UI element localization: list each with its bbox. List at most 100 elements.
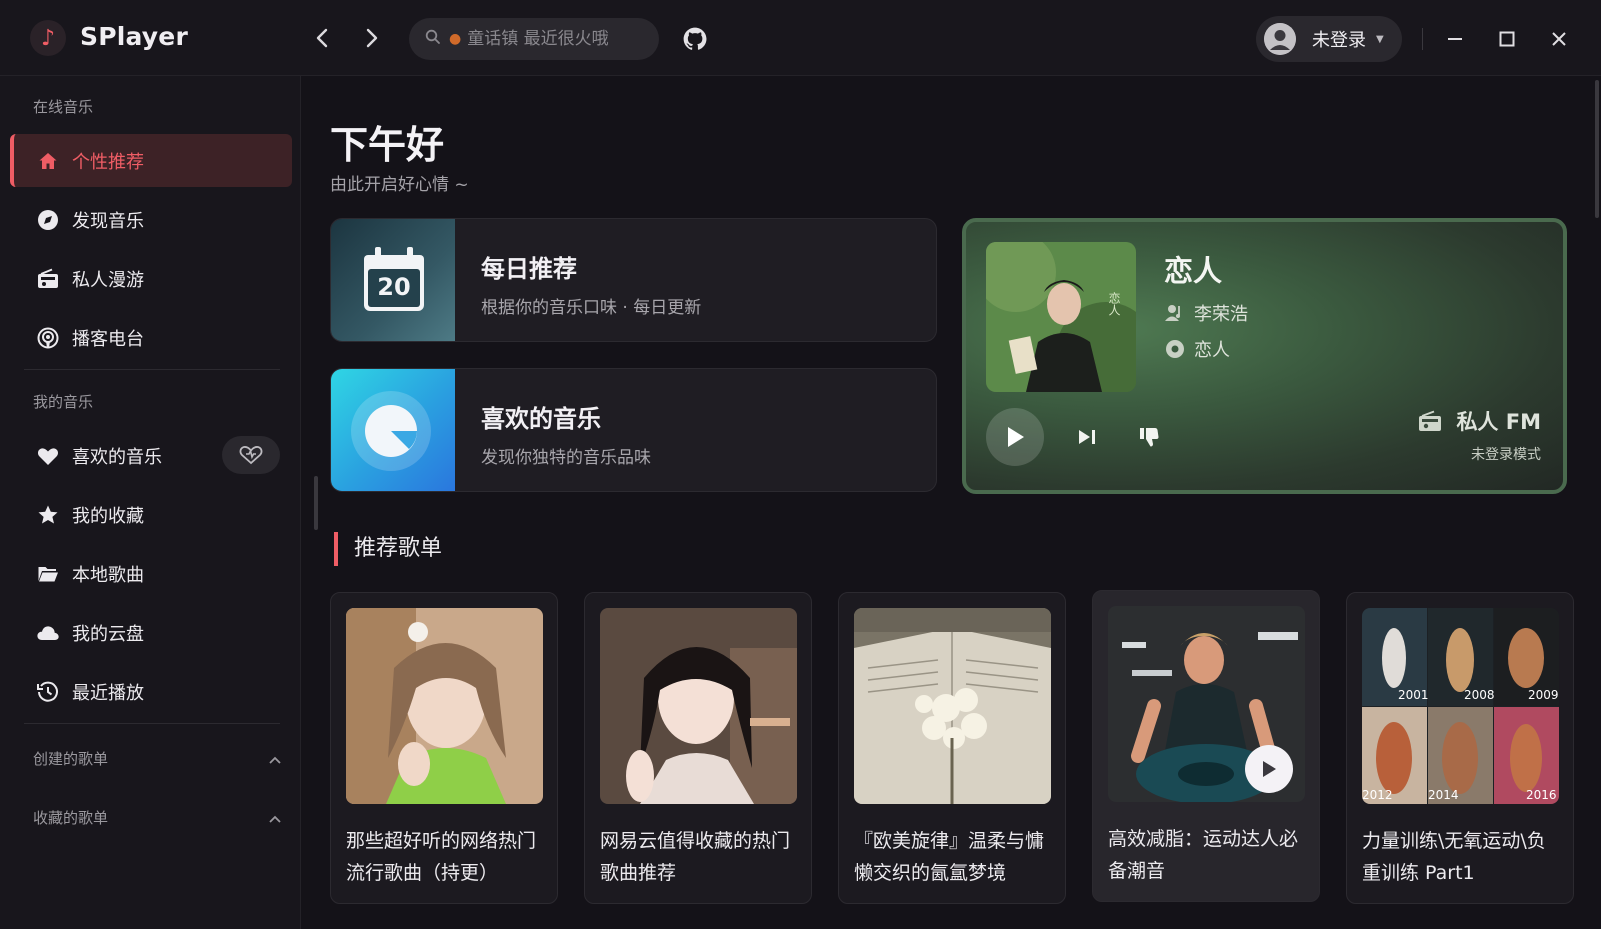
playlist-name[interactable]: 力量训练\无氧运动\负重训练 Part1	[1362, 825, 1562, 889]
sidebar-item-label: 私人漫游	[72, 269, 144, 291]
year-label: 2012	[1362, 788, 1393, 802]
heart-mode-button[interactable]	[222, 436, 280, 474]
sidebar-item-label: 播客电台	[72, 328, 144, 350]
search-input[interactable]	[467, 29, 668, 49]
liked-music-title: 喜欢的音乐	[481, 405, 601, 433]
sidebar: 在线音乐 个性推荐 发现音乐 私人漫游 播客电台 我的音乐 喜欢的音乐 我的收藏…	[0, 76, 301, 929]
fm-song-title: 恋人	[1164, 254, 1223, 288]
sidebar-scrollbar[interactable]	[314, 476, 318, 530]
album-icon	[1164, 338, 1186, 360]
playlist-card[interactable]: 高效减脂：运动达人必备潮音	[1092, 590, 1320, 902]
playlist-name[interactable]: 高效减脂：运动达人必备潮音	[1108, 823, 1308, 887]
playlist-card[interactable]: 那些超好听的网络热门流行歌曲（持更）	[330, 592, 558, 904]
sidebar-item-discover[interactable]: 发现音乐	[10, 193, 292, 246]
playlist-name[interactable]: 网易云值得收藏的热门歌曲推荐	[600, 825, 800, 889]
sidebar-item-label: 喜欢的音乐	[72, 446, 162, 468]
fm-album: 恋人	[1194, 340, 1230, 361]
year-label: 2009	[1528, 688, 1559, 702]
app-title: SPlayer	[80, 22, 188, 51]
svg-text:恋人: 恋人	[1107, 291, 1121, 316]
fm-mode-text: 未登录模式	[1471, 447, 1541, 463]
sidebar-item-roam[interactable]: 私人漫游	[10, 252, 292, 305]
playlist-card[interactable]: 『欧美旋律』温柔与慵懒交织的氤氲梦境	[838, 592, 1066, 904]
playlist-name[interactable]: 那些超好听的网络热门流行歌曲（持更）	[346, 825, 546, 889]
user-name: 未登录	[1312, 30, 1366, 51]
daily-recommend-card[interactable]: 20 每日推荐 根据你的音乐口味 · 每日更新	[330, 218, 937, 342]
main-scrollbar[interactable]	[1595, 80, 1599, 218]
maximize-button[interactable]	[1492, 24, 1522, 54]
sidebar-item-label: 我的云盘	[72, 623, 144, 645]
playlist-cover[interactable]	[854, 608, 1051, 804]
sidebar-item-podcast[interactable]: 播客电台	[10, 311, 292, 364]
sidebar-item-label: 本地歌曲	[72, 564, 144, 586]
sidebar-divider	[24, 369, 280, 370]
year-label: 2014	[1428, 788, 1459, 802]
flame-icon: ●	[449, 31, 462, 47]
forward-button[interactable]	[358, 24, 386, 52]
user-menu[interactable]: 未登录 ▼	[1256, 16, 1402, 62]
sidebar-item-cloud[interactable]: 我的云盘	[10, 606, 292, 659]
fm-next-button[interactable]	[1072, 422, 1102, 452]
playlist-play-button[interactable]	[1245, 745, 1293, 793]
calendar-day: 20	[377, 273, 411, 301]
created-playlists-label: 创建的歌单	[33, 750, 109, 768]
fm-play-button[interactable]	[986, 408, 1044, 466]
github-icon[interactable]	[680, 24, 710, 54]
section-online-music: 在线音乐	[33, 98, 94, 116]
heart-icon	[36, 444, 60, 468]
greeting: 下午好	[330, 123, 445, 167]
section-title: 推荐歌单	[334, 532, 442, 566]
search-icon	[425, 29, 441, 49]
sidebar-item-recommend[interactable]: 个性推荐	[10, 134, 292, 187]
titlebar: ♪ SPlayer ● 未登录 ▼	[0, 0, 1601, 76]
section-my-music: 我的音乐	[33, 393, 94, 411]
fm-dislike-button[interactable]	[1134, 422, 1164, 452]
artist-icon	[1164, 302, 1186, 324]
playlist-card[interactable]: 网易云值得收藏的热门歌曲推荐	[584, 592, 812, 904]
pie-icon	[351, 391, 431, 471]
year-label: 2008	[1464, 688, 1495, 702]
sidebar-item-local[interactable]: 本地歌曲	[10, 547, 292, 600]
sidebar-item-recent[interactable]: 最近播放	[10, 665, 292, 718]
playlist-name[interactable]: 『欧美旋律』温柔与慵懒交织的氤氲梦境	[854, 825, 1054, 889]
caret-down-icon: ▼	[1376, 33, 1384, 45]
history-icon	[36, 680, 60, 704]
play-icon	[1263, 761, 1276, 777]
fm-artist-row[interactable]: 李荣浩	[1164, 300, 1248, 326]
home-icon	[36, 149, 60, 173]
playlist-cover[interactable]	[600, 608, 797, 804]
fm-album-row[interactable]: 恋人	[1164, 336, 1230, 362]
year-label: 2016	[1526, 788, 1557, 802]
sidebar-item-label: 发现音乐	[72, 210, 144, 232]
sidebar-item-label: 最近播放	[72, 682, 144, 704]
sidebar-divider	[24, 723, 280, 724]
created-playlists-toggle[interactable]: 创建的歌单	[33, 748, 281, 769]
fm-album-cover[interactable]: 恋人	[986, 242, 1136, 392]
collected-playlists-toggle[interactable]: 收藏的歌单	[33, 807, 281, 828]
daily-recommend-subtitle: 根据你的音乐口味 · 每日更新	[481, 298, 702, 318]
liked-music-subtitle: 发现你独特的音乐品味	[481, 448, 651, 468]
daily-recommend-title: 每日推荐	[481, 255, 577, 283]
playlist-card[interactable]: 2001 2008 2009 2012 2014 2016 力量训练\无氧运动\…	[1346, 592, 1574, 904]
private-fm-label: 私人 FM	[1418, 406, 1541, 436]
radio-icon	[36, 267, 60, 291]
minimize-button[interactable]	[1440, 24, 1470, 54]
private-fm-card[interactable]: 恋人 恋人 李荣浩 恋人 私人 FM 未登录模式	[962, 218, 1567, 494]
disc-icon	[36, 208, 60, 232]
sidebar-item-collection[interactable]: 我的收藏	[10, 488, 292, 541]
thumbs-down-icon	[1140, 428, 1159, 447]
playlist-cover[interactable]: 2001 2008 2009 2012 2014 2016	[1362, 608, 1559, 804]
sub-greeting: 由此开启好心情 ~	[330, 175, 469, 195]
sidebar-item-label: 个性推荐	[72, 151, 144, 173]
app-logo-icon: ♪	[30, 20, 66, 56]
back-button[interactable]	[308, 24, 336, 52]
playlist-cover[interactable]	[346, 608, 543, 804]
search-box[interactable]: ●	[409, 18, 668, 60]
avatar	[1264, 23, 1296, 55]
liked-music-card[interactable]: 喜欢的音乐 发现你独特的音乐品味	[330, 368, 937, 492]
close-button[interactable]	[1544, 24, 1574, 54]
private-fm-text: 私人 FM	[1456, 410, 1541, 434]
sidebar-item-label: 我的收藏	[72, 505, 144, 527]
year-label: 2001	[1398, 688, 1429, 702]
collected-playlists-label: 收藏的歌单	[33, 809, 109, 827]
